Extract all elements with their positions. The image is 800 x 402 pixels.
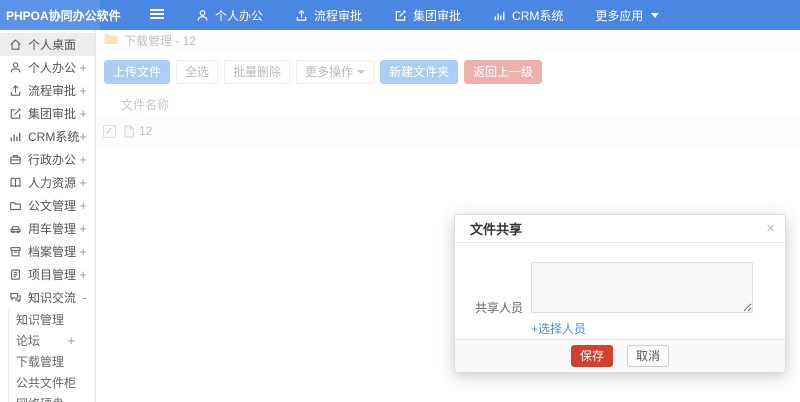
modal-footer: 保存 取消 bbox=[455, 339, 785, 372]
expand-toggle[interactable]: + bbox=[79, 60, 87, 75]
nav-item-label: 个人办公 bbox=[215, 8, 264, 23]
book-icon bbox=[9, 176, 22, 189]
sidebar-item-label: 档案管理 bbox=[28, 245, 77, 259]
upload-icon bbox=[295, 9, 308, 22]
user-icon bbox=[9, 61, 22, 74]
nav-item-label: 流程审批 bbox=[314, 8, 363, 23]
expand-toggle[interactable]: + bbox=[79, 152, 87, 167]
sidebar-item-label: 知识交流 bbox=[28, 291, 77, 305]
share-people-textarea[interactable] bbox=[531, 262, 753, 313]
expand-toggle[interactable]: + bbox=[67, 333, 75, 348]
primary-nav: 个人办公 流程审批 集团审批 CRM系统 更多应用 bbox=[180, 0, 675, 30]
sidebar-subitem-public-file-cabinet[interactable]: 公共文件柜 bbox=[9, 372, 95, 393]
nav-item-personal-office[interactable]: 个人办公 bbox=[180, 0, 279, 30]
expand-toggle[interactable]: + bbox=[79, 221, 87, 236]
nav-item-group-approval[interactable]: 集团审批 bbox=[378, 0, 477, 30]
sidebar-item-crm[interactable]: CRM系统 + bbox=[0, 125, 95, 148]
sidebar-item-group-approval[interactable]: 集团审批 + bbox=[0, 102, 95, 125]
expand-toggle[interactable]: + bbox=[79, 106, 87, 121]
close-icon[interactable]: × bbox=[766, 221, 775, 236]
sidebar-item-label: 流程审批 bbox=[28, 84, 77, 98]
sidebar-subitem-forum[interactable]: 论坛 + bbox=[9, 330, 95, 351]
sidebar-item-knowledge-exchange[interactable]: 知识交流 - bbox=[0, 286, 95, 309]
sidebar-item-process-approval[interactable]: 流程审批 + bbox=[0, 79, 95, 102]
sidebar-item-label: 用车管理 bbox=[28, 222, 77, 236]
choose-people-link[interactable]: +选择人员 bbox=[531, 320, 765, 337]
menu-toggle-button[interactable] bbox=[134, 0, 180, 30]
expand-toggle[interactable]: + bbox=[79, 129, 87, 144]
nav-item-more-apps[interactable]: 更多应用 bbox=[579, 0, 675, 30]
expand-toggle[interactable]: + bbox=[79, 198, 87, 213]
sidebar-subitem-label: 论坛 bbox=[16, 334, 41, 348]
bar-chart-icon bbox=[493, 9, 506, 22]
sidebar-item-label: CRM系统 bbox=[28, 130, 80, 144]
sidebar-subitem-label: 公共文件柜 bbox=[16, 376, 77, 390]
briefcase-icon bbox=[9, 153, 22, 166]
sidebar-item-personal-desktop[interactable]: 个人桌面 bbox=[0, 33, 95, 56]
sidebar-item-project-mgmt[interactable]: 项目管理 + bbox=[0, 263, 95, 286]
save-button[interactable]: 保存 bbox=[570, 345, 613, 367]
expand-toggle[interactable]: + bbox=[79, 267, 87, 282]
caret-down-icon bbox=[651, 12, 660, 18]
upload-icon bbox=[9, 84, 22, 97]
sidebar-item-personal-office[interactable]: 个人办公 + bbox=[0, 56, 95, 79]
sidebar-item-label: 集团审批 bbox=[28, 107, 77, 121]
sidebar-item-label: 公文管理 bbox=[28, 199, 77, 213]
cancel-button[interactable]: 取消 bbox=[627, 345, 670, 367]
edit-icon bbox=[9, 107, 22, 120]
home-icon bbox=[9, 38, 22, 51]
bar-chart-icon bbox=[9, 130, 22, 143]
nav-item-label: 集团审批 bbox=[413, 8, 462, 23]
sidebar-item-label: 行政办公 bbox=[28, 153, 77, 167]
nav-item-label: 更多应用 bbox=[595, 8, 644, 23]
chat-icon bbox=[9, 291, 22, 304]
top-navbar: PHPOA协同办公软件 个人办公 流程审批 集团审批 CRM系统 更多应用 bbox=[0, 0, 800, 30]
sidebar-item-vehicle-mgmt[interactable]: 用车管理 + bbox=[0, 217, 95, 240]
expand-toggle[interactable]: + bbox=[79, 175, 87, 190]
expand-toggle[interactable]: + bbox=[79, 83, 87, 98]
sidebar-subitem-download-mgmt[interactable]: 下载管理 bbox=[9, 351, 95, 372]
archive-icon bbox=[9, 245, 22, 258]
sidebar-item-hr[interactable]: 人力资源 + bbox=[0, 171, 95, 194]
sidebar-item-archive-mgmt[interactable]: 档案管理 + bbox=[0, 240, 95, 263]
sidebar-item-label: 人力资源 bbox=[28, 176, 77, 190]
sidebar-item-label: 个人桌面 bbox=[28, 38, 77, 52]
sidebar-subitem-label: 网络硬盘 bbox=[16, 395, 64, 402]
sidebar-subitem-knowledge-mgmt[interactable]: 知识管理 bbox=[9, 309, 95, 330]
nav-item-crm[interactable]: CRM系统 bbox=[477, 0, 579, 30]
user-icon bbox=[196, 9, 209, 22]
collapse-toggle[interactable]: - bbox=[83, 290, 87, 305]
knowledge-exchange-submenu: 知识管理 论坛 + 下载管理 公共文件柜 网络硬盘 bbox=[8, 309, 95, 402]
sidebar-item-label: 项目管理 bbox=[28, 268, 77, 282]
nav-item-process-approval[interactable]: 流程审批 bbox=[279, 0, 378, 30]
sidebar-item-document-mgmt[interactable]: 公文管理 + bbox=[0, 194, 95, 217]
hamburger-icon bbox=[149, 7, 165, 24]
sidebar-item-label: 个人办公 bbox=[28, 61, 77, 75]
file-share-modal: 文件共享 × 共享人员 +选择人员 保存 取消 bbox=[454, 214, 786, 373]
edit-icon bbox=[394, 9, 407, 22]
sidebar-subitem-network-disk[interactable]: 网络硬盘 bbox=[9, 393, 95, 402]
nav-item-label: CRM系统 bbox=[512, 8, 564, 23]
folder-icon bbox=[9, 199, 22, 212]
modal-title: 文件共享 bbox=[470, 222, 523, 237]
car-icon bbox=[9, 222, 22, 235]
sidebar-subitem-label: 下载管理 bbox=[16, 355, 65, 369]
share-people-label: 共享人员 bbox=[474, 301, 523, 315]
app-logo: PHPOA协同办公软件 bbox=[0, 0, 121, 30]
modal-header: 文件共享 × bbox=[455, 215, 785, 243]
sidebar: 个人桌面 个人办公 + 流程审批 + 集团审批 + CRM系统 + 行政办公 +… bbox=[0, 30, 96, 402]
clipboard-icon bbox=[9, 268, 22, 281]
sidebar-subitem-label: 知识管理 bbox=[16, 313, 65, 327]
modal-body: 共享人员 +选择人员 bbox=[455, 243, 785, 339]
sidebar-item-admin-office[interactable]: 行政办公 + bbox=[0, 148, 95, 171]
expand-toggle[interactable]: + bbox=[79, 244, 87, 259]
